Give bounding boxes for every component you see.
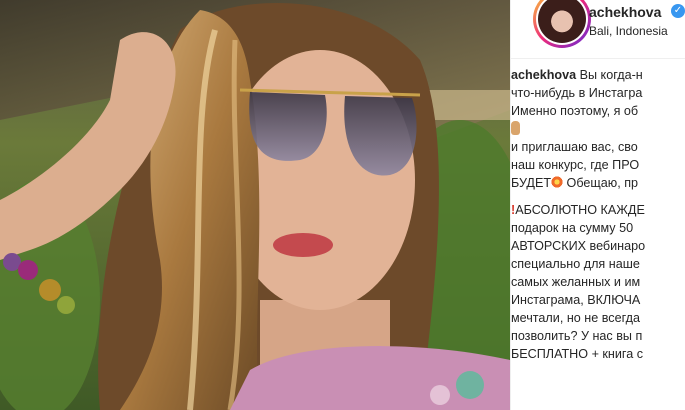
post-header: achekhova ✓ Bali, Indonesia <box>511 0 685 59</box>
caption-text: наш конкурс, где ПРО <box>511 158 640 172</box>
post-sidebar: achekhova ✓ Bali, Indonesia achekhova Вы… <box>510 0 685 410</box>
caption-text: БЕСПЛАТНО + книга с <box>511 347 644 361</box>
post-caption: achekhova Вы когда-н что-нибудь в Инстаг… <box>511 66 685 363</box>
post-photo[interactable] <box>0 0 510 410</box>
caption-text: АБСОЛЮТНО КАЖДЕ <box>515 203 645 217</box>
caption-text: Вы когда-н <box>576 68 643 82</box>
location-link[interactable]: Bali, Indonesia <box>589 24 668 38</box>
caption-username-link[interactable]: achekhova <box>511 68 576 82</box>
caption-text: Именно поэтому, я об <box>511 104 639 118</box>
avatar-photo <box>538 0 586 43</box>
caption-text: АВТОРСКИХ вебинаро <box>511 239 646 253</box>
caption-text: БУДЕТ <box>511 176 552 190</box>
verified-badge-icon: ✓ <box>671 4 685 18</box>
boom-icon <box>551 176 564 188</box>
caption-text: Инстаграма, ВКЛЮЧА <box>511 293 641 307</box>
pointing-hand-icon <box>511 121 520 135</box>
caption-text: Обещаю, пр <box>563 176 639 190</box>
caption-text: подарок на сумму 50 <box>511 221 634 235</box>
caption-text: специально для наше <box>511 257 640 271</box>
caption-text: позволить? У нас вы п <box>511 329 643 343</box>
caption-text: самых желанных и им <box>511 275 641 289</box>
caption-text: и приглашаю вас, сво <box>511 140 638 154</box>
caption-text: что-нибудь в Инстагра <box>511 86 643 100</box>
selfie-image <box>0 0 510 410</box>
caption-text: мечтали, но не всегда <box>511 311 640 325</box>
username-link[interactable]: achekhova <box>589 4 661 20</box>
avatar[interactable] <box>533 0 591 48</box>
